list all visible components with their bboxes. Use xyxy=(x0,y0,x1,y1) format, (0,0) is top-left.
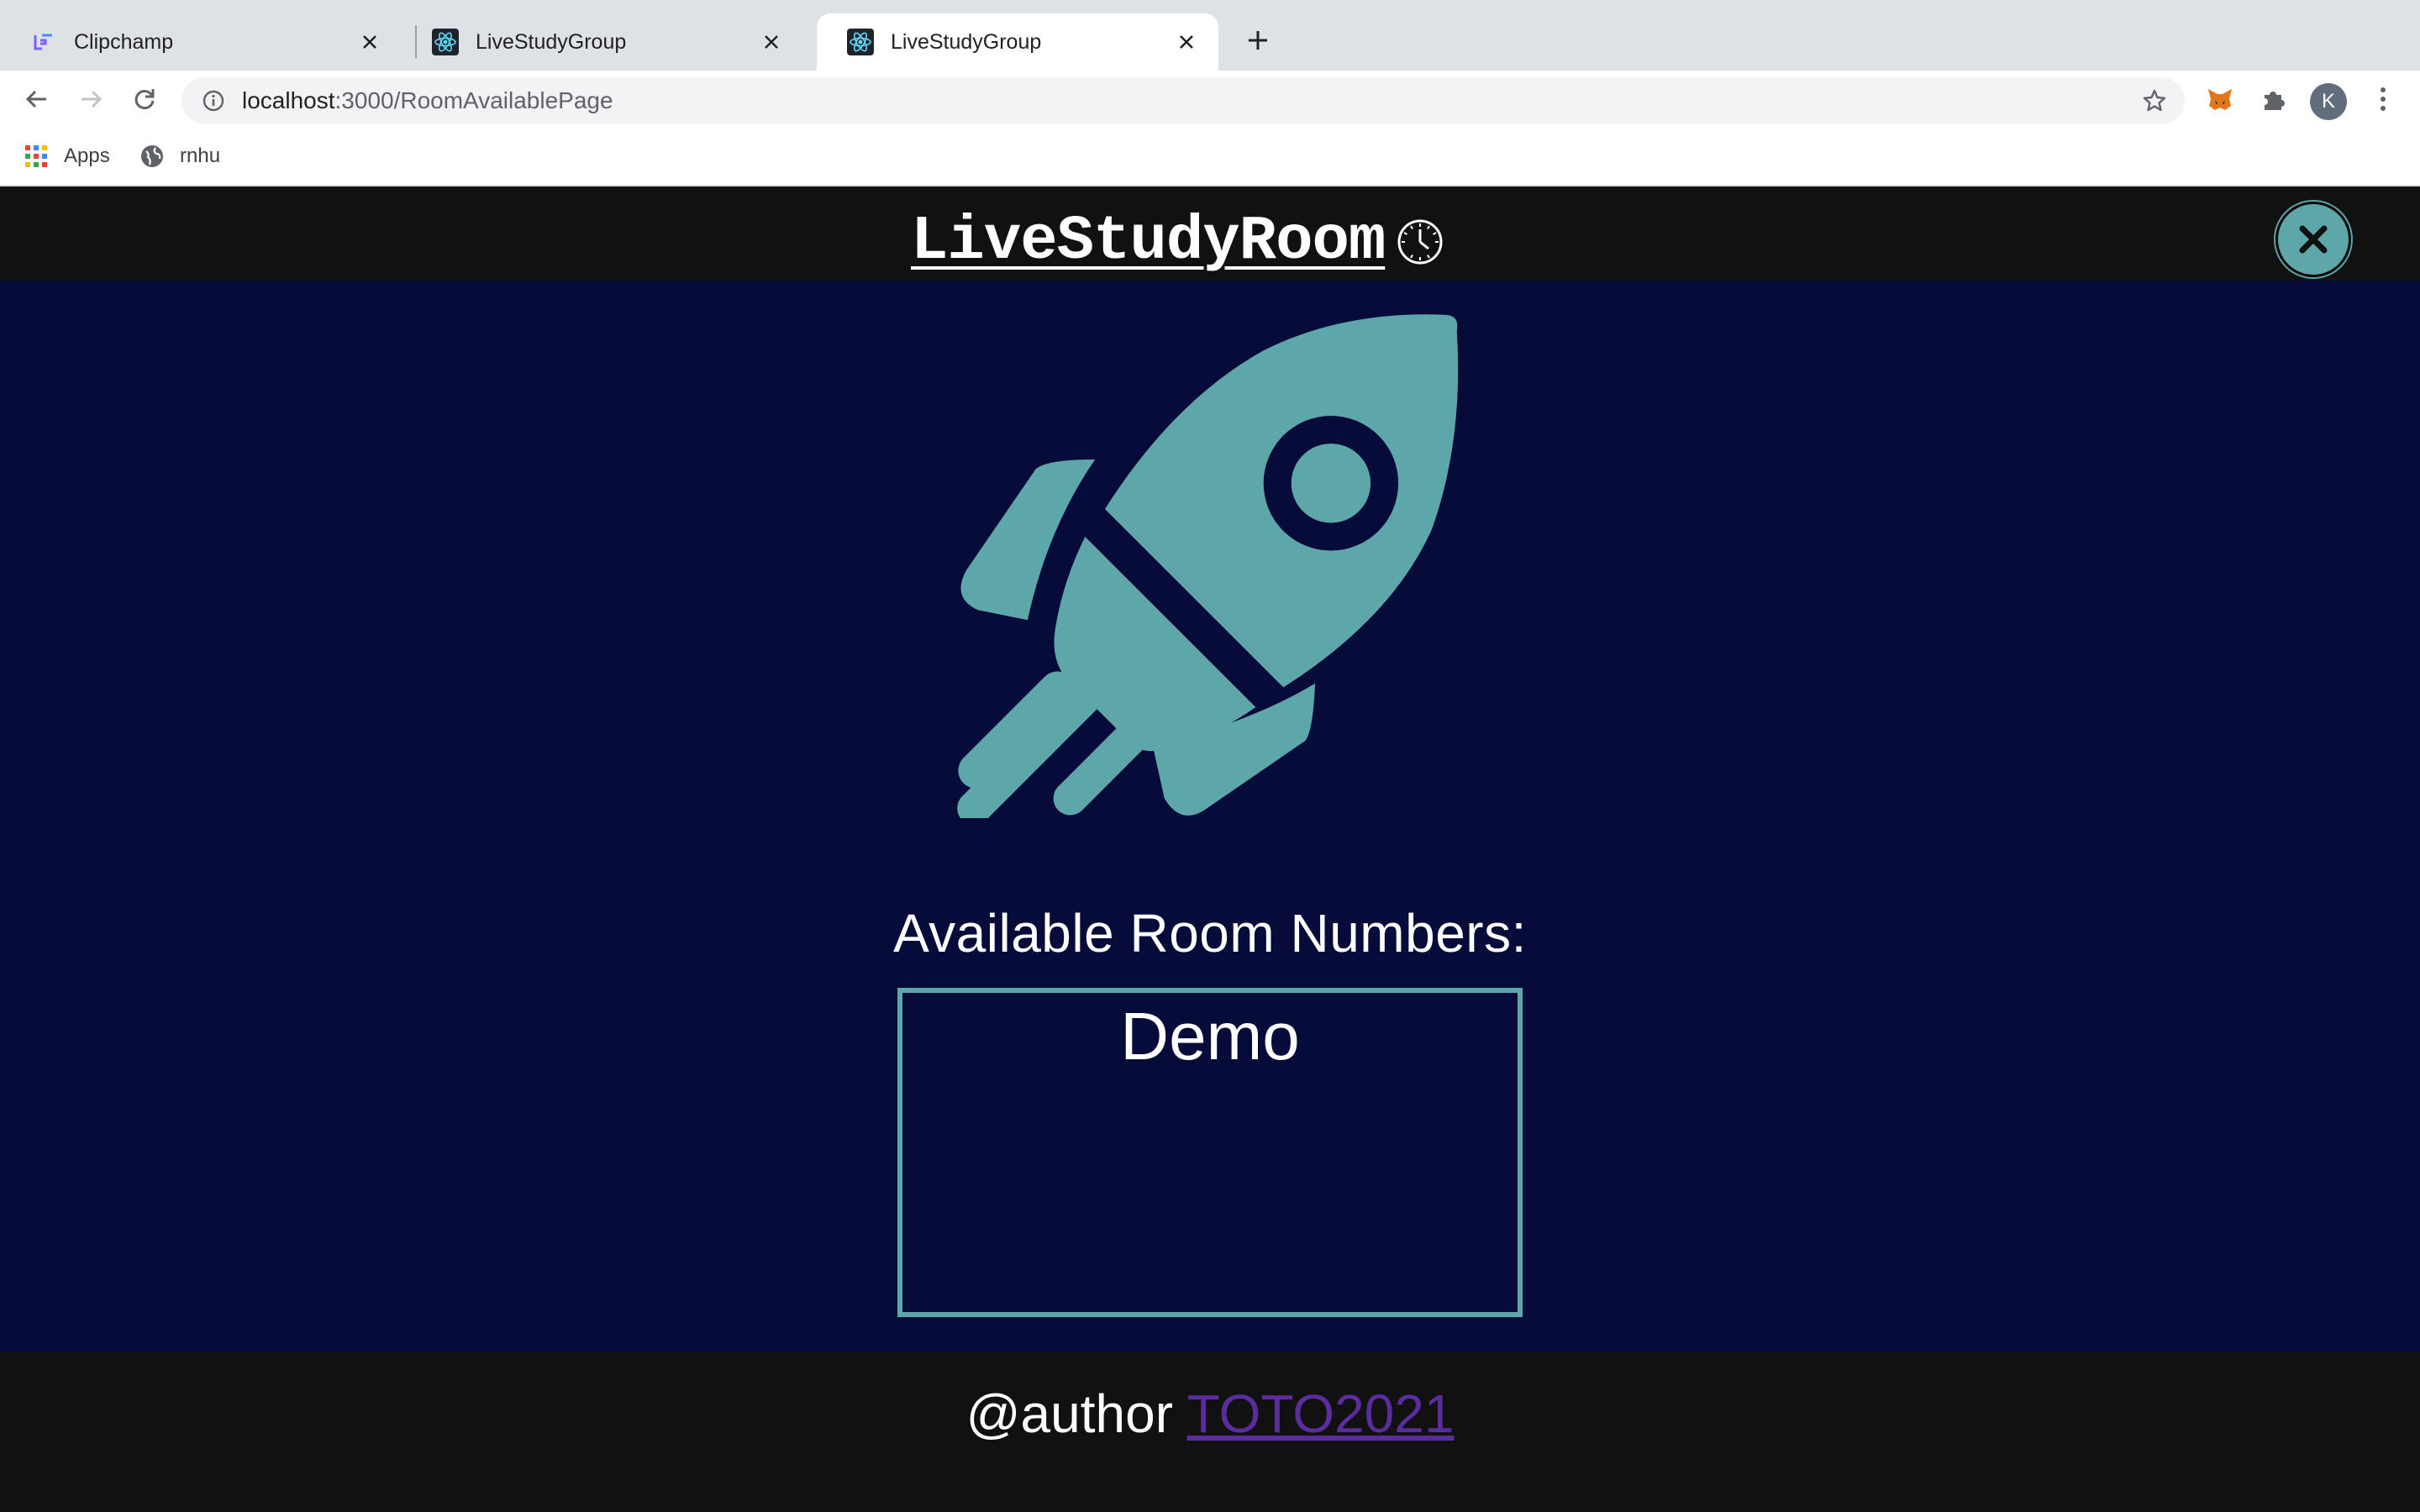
profile-avatar[interactable]: K xyxy=(2310,83,2347,120)
bookmark-apps[interactable]: Apps xyxy=(24,141,110,171)
url-path: :3000/RoomAvailablePage xyxy=(334,87,613,113)
globe-icon xyxy=(139,144,165,169)
tab-title: Clipchamp xyxy=(74,29,174,54)
forward-button[interactable] xyxy=(72,81,109,118)
clock-icon xyxy=(1397,219,1443,265)
react-icon xyxy=(432,29,459,55)
close-tab-icon[interactable] xyxy=(756,27,786,57)
main-content: Available Room Numbers: Demo xyxy=(0,281,2420,1352)
new-tab-button[interactable] xyxy=(1239,22,1276,59)
room-list: Demo xyxy=(897,988,1523,1317)
clipchamp-icon xyxy=(30,29,57,55)
bookmark-label: rnhu xyxy=(180,144,221,167)
rocket-icon xyxy=(957,314,1459,818)
info-icon[interactable] xyxy=(200,87,227,114)
bookmark-star-icon[interactable] xyxy=(2139,86,2170,116)
extensions-puzzle-icon[interactable] xyxy=(2255,81,2292,118)
tab-clipchamp[interactable]: Clipchamp xyxy=(0,13,402,71)
address-bar[interactable]: localhost:3000/RoomAvailablePage xyxy=(182,77,2185,124)
tab-livestudygroup[interactable]: LiveStudyGroup xyxy=(402,13,803,71)
close-icon xyxy=(2299,225,2328,254)
close-tab-icon[interactable] xyxy=(355,27,385,57)
tab-strip: Clipchamp LiveStudyGroup LiveStudyGroup xyxy=(0,0,2420,71)
react-icon xyxy=(847,29,874,55)
page-title[interactable]: LiveStudyRoom xyxy=(911,207,1386,277)
room-item-demo[interactable]: Demo xyxy=(902,998,1518,1075)
metamask-extension-icon[interactable] xyxy=(2202,81,2238,118)
close-button[interactable] xyxy=(2275,202,2351,277)
bookmarks-bar: Apps rnhu xyxy=(0,128,2420,186)
bookmark-label: Apps xyxy=(64,144,110,167)
apps-grid-icon xyxy=(24,144,49,169)
browser-toolbar: localhost:3000/RoomAvailablePage xyxy=(0,71,2420,128)
reload-button[interactable] xyxy=(126,81,163,118)
back-button[interactable] xyxy=(18,81,55,118)
url-host: localhost xyxy=(242,87,335,113)
brand[interactable]: LiveStudyRoom xyxy=(911,207,1444,277)
close-tab-icon[interactable] xyxy=(1171,27,1202,57)
browser-menu-icon[interactable] xyxy=(2365,81,2402,118)
tab-title: LiveStudyGroup xyxy=(476,29,627,54)
available-rooms-label: Available Room Numbers: xyxy=(893,903,1527,963)
tab-livestudygroup-active[interactable]: LiveStudyGroup xyxy=(817,13,1218,71)
bookmark-rnhu[interactable]: rnhu xyxy=(139,141,220,171)
app-header: LiveStudyRoom xyxy=(0,186,2420,281)
tab-title: LiveStudyGroup xyxy=(891,29,1042,54)
url-text: localhost:3000/RoomAvailablePage xyxy=(242,87,613,114)
footer: @author TOTO2021 xyxy=(0,1352,2420,1512)
author-link[interactable]: TOTO2021 xyxy=(1187,1383,1455,1444)
author-prefix: @author xyxy=(965,1383,1173,1444)
author-credit: @author TOTO2021 xyxy=(0,1383,2420,1445)
